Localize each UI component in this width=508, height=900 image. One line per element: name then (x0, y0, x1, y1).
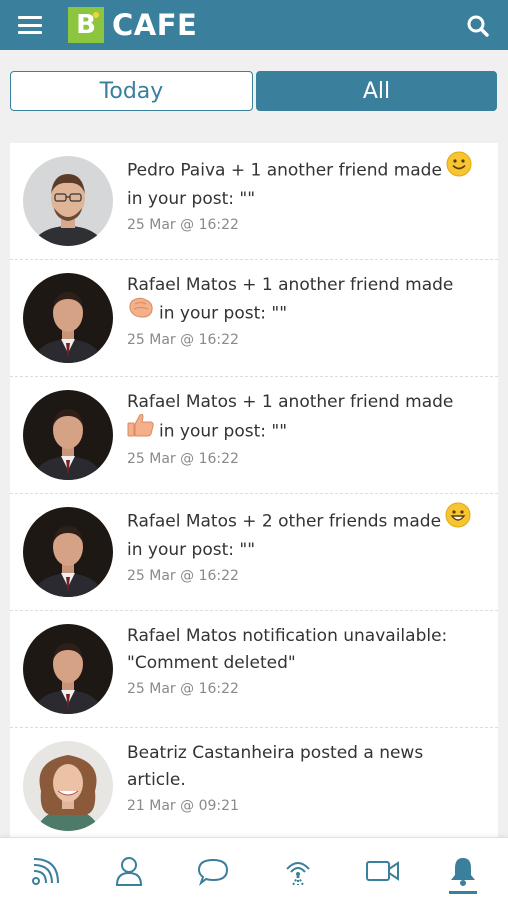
list-item[interactable]: Rafael Matos notification unavailable: "… (10, 611, 498, 728)
filter-tabs: Today All (10, 71, 497, 111)
list-item[interactable]: Rafael Matos + 1 another friend made in … (10, 377, 498, 494)
avatar (23, 156, 113, 246)
list-item[interactable]: Rafael Matos + 2 other friends made in y… (10, 494, 498, 611)
tab-today[interactable]: Today (10, 71, 253, 111)
notification-text-line2: article. (127, 770, 186, 790)
hamburger-icon[interactable] (18, 14, 42, 36)
avatar (23, 624, 113, 714)
app-logo[interactable]: B CAFE (68, 7, 197, 43)
broadcast-icon[interactable] (281, 854, 315, 888)
notification-text-line2: in your post: "" (127, 540, 256, 560)
notification-text: Rafael Matos + 1 another friend made (127, 275, 454, 295)
timestamp: 25 Mar @ 16:22 (127, 217, 239, 233)
bell-icon[interactable] (446, 854, 480, 888)
smile-emoji-icon (446, 151, 472, 186)
notification-text: Pedro Paiva + 1 another friend made (127, 160, 442, 181)
thumbs-up-emoji-icon (127, 412, 155, 447)
avatar (23, 507, 113, 597)
timestamp: 25 Mar @ 16:22 (127, 451, 239, 467)
notification-text-line2: in your post: "" (159, 303, 288, 324)
notification-text: Rafael Matos + 2 other friends made (127, 511, 442, 532)
profile-icon[interactable] (112, 854, 146, 888)
avatar (23, 741, 113, 831)
video-icon[interactable] (364, 854, 402, 888)
list-item[interactable]: Pedro Paiva + 1 another friend made in y… (10, 143, 498, 260)
timestamp: 25 Mar @ 16:22 (127, 681, 239, 697)
notification-text: Rafael Matos + 1 another friend made (127, 392, 454, 412)
timestamp: 25 Mar @ 16:22 (127, 332, 239, 348)
avatar (23, 273, 113, 363)
notification-list: Pedro Paiva + 1 another friend made in y… (10, 143, 498, 845)
notification-text: Beatriz Castanheira posted a news (127, 743, 424, 763)
notification-text-line2: in your post: "" (159, 421, 288, 442)
active-tab-indicator (449, 891, 477, 894)
feed-icon[interactable] (29, 854, 63, 888)
logo-mark: B (68, 7, 104, 43)
timestamp: 21 Mar @ 09:21 (127, 798, 239, 814)
list-item[interactable]: Rafael Matos + 1 another friend made in … (10, 260, 498, 377)
clap-emoji-icon (127, 295, 155, 328)
notification-text: Rafael Matos notification unavailable: (127, 626, 448, 646)
app-header: B CAFE (0, 0, 508, 50)
notification-text-line2: "Comment deleted" (127, 653, 296, 673)
list-item[interactable]: Beatriz Castanheira posted a news articl… (10, 728, 498, 845)
chat-icon[interactable] (196, 854, 230, 888)
search-icon[interactable] (466, 14, 490, 38)
tab-all[interactable]: All (256, 71, 497, 111)
timestamp: 25 Mar @ 16:22 (127, 568, 239, 584)
grin-emoji-icon (445, 502, 471, 537)
notification-text-line2: in your post: "" (127, 189, 256, 209)
logo-text: CAFE (112, 8, 198, 42)
bottom-navigation (0, 837, 508, 900)
avatar (23, 390, 113, 480)
